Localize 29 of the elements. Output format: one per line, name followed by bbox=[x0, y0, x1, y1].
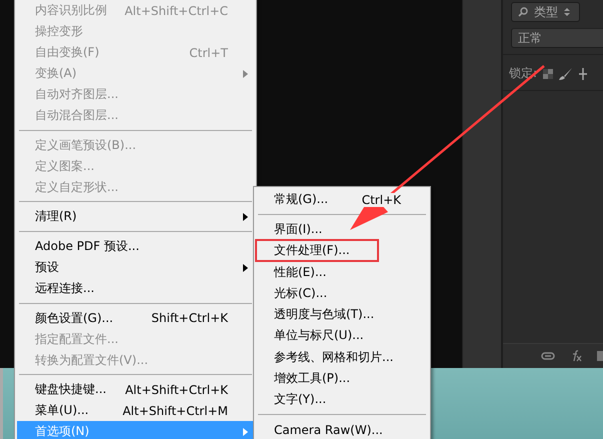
menu-item[interactable]: 预设 bbox=[17, 257, 254, 278]
move-icon[interactable] bbox=[579, 68, 588, 80]
blend-mode-dropdown[interactable]: 正常 bbox=[511, 28, 603, 48]
checker-icon[interactable] bbox=[543, 68, 554, 78]
menu-item[interactable]: 透明度与色域(T)... bbox=[256, 304, 428, 326]
menu-item[interactable]: 文字(Y)... bbox=[256, 389, 428, 410]
menu-item[interactable]: 键盘快捷键... Alt+Shift+Ctrl+K bbox=[17, 379, 254, 400]
updown-icon bbox=[564, 7, 570, 17]
menu-item[interactable]: 清理(R) bbox=[17, 206, 254, 228]
filter-dropdown[interactable]: 类型 bbox=[511, 2, 580, 22]
menu-item[interactable]: 光标(C)... bbox=[256, 282, 428, 304]
submenu-arrow-icon bbox=[243, 212, 248, 221]
search-icon bbox=[518, 7, 528, 17]
filter-label: 类型 bbox=[534, 4, 558, 20]
menu-item[interactable]: 单位与标尺(U)... bbox=[256, 325, 428, 347]
menu-item[interactable]: 常规(G)... Ctrl+K bbox=[256, 189, 428, 210]
link-icon[interactable] bbox=[541, 352, 555, 360]
menu-item[interactable]: 参考线、网格和切片... bbox=[256, 346, 428, 368]
submenu-arrow-icon bbox=[243, 428, 248, 436]
submenu-arrow-icon bbox=[243, 264, 248, 272]
menu-item[interactable]: 颜色设置(G)... Shift+Ctrl+K bbox=[17, 308, 254, 329]
menu-item[interactable]: 菜单(U)... Alt+Shift+Ctrl+M bbox=[17, 400, 254, 422]
menu-item[interactable]: Adobe PDF 预设... bbox=[17, 236, 254, 258]
menu-item[interactable]: 文件处理(F)... bbox=[256, 240, 378, 262]
menu-item[interactable]: Camera Raw(W)... bbox=[256, 418, 428, 439]
menu-item[interactable]: 性能(E)... bbox=[256, 261, 428, 283]
submenu-arrow-icon bbox=[243, 70, 248, 78]
menu-item[interactable]: 远程连接... bbox=[17, 278, 254, 300]
menu-item[interactable]: 增效工具(P)... bbox=[256, 368, 428, 390]
